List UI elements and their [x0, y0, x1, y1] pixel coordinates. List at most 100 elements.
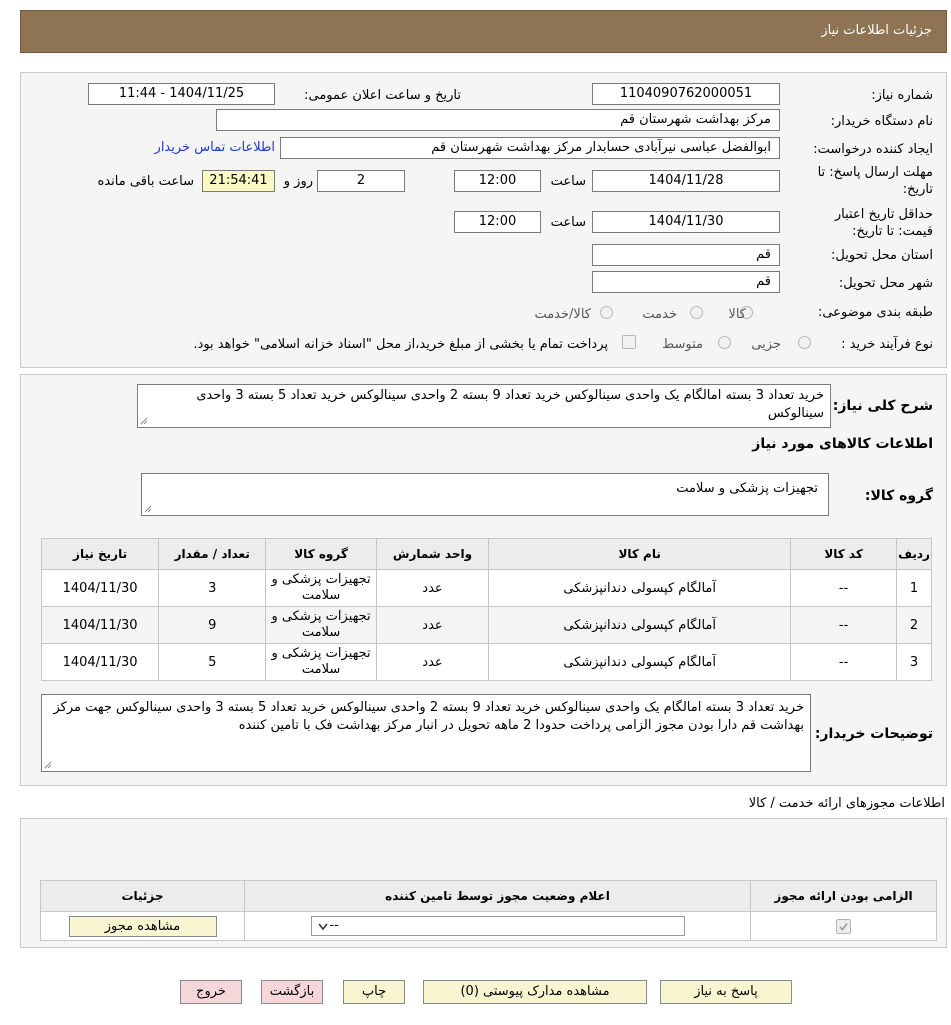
page-title: جزئیات اطلاعات نیاز [821, 23, 932, 38]
process-medium-radio[interactable] [718, 336, 731, 349]
remaining-days-field: 2 [317, 170, 405, 192]
validity-label-line2: قیمت: تا تاریخ: [852, 224, 933, 239]
province-label: استان محل تحویل: [831, 248, 933, 263]
process-minor-radio[interactable] [798, 336, 811, 349]
summary-text: خرید تعداد 3 بسته امالگام یک واحدی سینال… [196, 388, 824, 421]
col-permit-details: جزئیات [40, 880, 245, 912]
requester-field: ابوالفضل عباسی نیرآبادی حسابدار مرکز بهد… [280, 137, 780, 159]
chevron-down-icon [317, 923, 328, 931]
view-permit-button[interactable]: مشاهده مجوز [68, 915, 217, 937]
buyer-org-field: مرکز بهداشت شهرستان قم [216, 109, 780, 131]
permits-table-header: الزامی بودن ارائه مجوز اعلام وضعیت مجوز … [40, 880, 937, 912]
need-number-field: 1104090762000051 [592, 83, 780, 105]
summary-label: شرح کلی نیاز: [832, 398, 933, 414]
deadline-label-line1: مهلت ارسال پاسخ: تا [817, 165, 933, 180]
table-row: 2 -- آمالگام کپسولی دندانپزشکی عدد تجهیز… [40, 606, 932, 644]
back-button[interactable]: بازگشت [261, 980, 323, 1004]
col-code: کد کالا [790, 538, 898, 570]
days-label: روز و [283, 174, 313, 189]
deadline-time-label: ساعت [550, 174, 586, 189]
goods-quantity: 3 [158, 569, 267, 607]
deadline-label-line2: تاریخ: [902, 182, 933, 197]
col-group: گروه کالا [265, 538, 377, 570]
city-field: قم [592, 271, 780, 293]
category-service-label: خدمت [642, 307, 677, 322]
deadline-label: مهلت ارسال پاسخ: تا تاریخ: [818, 164, 933, 198]
table-row: -- مشاهده مجوز [40, 911, 937, 941]
col-name: نام کالا [488, 538, 792, 570]
goods-unit: عدد [375, 606, 490, 644]
row-number: 3 [896, 643, 932, 681]
permit-required-checkbox [836, 918, 851, 934]
goods-unit: عدد [375, 569, 490, 607]
col-permit-required: الزامی بودن ارائه مجوز [750, 880, 937, 912]
reply-button[interactable]: پاسخ به نیاز [660, 980, 792, 1004]
buyer-contact-link[interactable]: اطلاعات تماس خریدار [155, 140, 275, 155]
row-number: 1 [896, 569, 932, 607]
goods-group: تجهیزات پزشکی و سلامت [265, 643, 377, 681]
treasury-checkbox[interactable] [622, 335, 636, 349]
category-service-radio[interactable] [690, 306, 703, 319]
category-label: طبقه بندی موضوعی: [817, 305, 933, 320]
goods-quantity: 9 [158, 606, 267, 644]
goods-group-textarea: تجهیزات پزشکی و سلامت [141, 473, 829, 516]
permit-status-value: -- [329, 918, 339, 933]
validity-label-line1: حداقل تاریخ اعتبار [834, 207, 933, 222]
goods-table-header: ردیف کد کالا نام کالا واحد شمارش گروه کا… [40, 538, 932, 570]
announce-datetime-field: 1404/11/25 - 11:44 [88, 83, 275, 105]
goods-need-date: 1404/11/30 [40, 569, 160, 607]
col-unit: واحد شمارش [375, 538, 490, 570]
permit-status-select[interactable]: -- [310, 916, 685, 936]
goods-table: ردیف کد کالا نام کالا واحد شمارش گروه کا… [40, 538, 932, 681]
buyer-notes-text: خرید تعداد 3 بسته امالگام یک واحدی سینال… [53, 700, 804, 733]
goods-quantity: 5 [158, 643, 267, 681]
need-number-label: شماره نیاز: [871, 88, 933, 103]
goods-group-text: تجهیزات پزشکی و سلامت [676, 481, 818, 496]
category-goods-service-radio[interactable] [600, 306, 613, 319]
table-row: 3 -- آمالگام کپسولی دندانپزشکی عدد تجهیز… [40, 643, 932, 681]
goods-name: آمالگام کپسولی دندانپزشکی [488, 643, 792, 681]
goods-code: -- [790, 606, 898, 644]
buyer-org-label: نام دستگاه خریدار: [830, 114, 933, 129]
deadline-date-field: 1404/11/28 [592, 170, 780, 192]
goods-name: آمالگام کپسولی دندانپزشکی [488, 606, 792, 644]
check-icon [839, 922, 848, 931]
goods-name: آمالگام کپسولی دندانپزشکی [488, 569, 792, 607]
row-number: 2 [896, 606, 932, 644]
category-goods-label: کالا [728, 307, 746, 322]
remaining-label: ساعت باقی مانده [97, 174, 194, 189]
goods-code: -- [790, 569, 898, 607]
exit-button[interactable]: خروج [180, 980, 242, 1004]
goods-need-date: 1404/11/30 [40, 606, 160, 644]
permit-required-cell [750, 911, 937, 941]
goods-need-date: 1404/11/30 [40, 643, 160, 681]
process-label: نوع فرآیند خرید : [841, 337, 933, 352]
deadline-time-field: 12:00 [454, 170, 541, 192]
buyer-notes-textarea: خرید تعداد 3 بسته امالگام یک واحدی سینال… [41, 694, 811, 772]
goods-group: تجهیزات پزشکی و سلامت [265, 606, 377, 644]
goods-info-title: اطلاعات کالاهای مورد نیاز [752, 436, 933, 452]
validity-time-field: 12:00 [454, 211, 541, 233]
col-quantity: تعداد / مقدار [158, 538, 267, 570]
city-label: شهر محل تحویل: [838, 276, 933, 291]
validity-time-label: ساعت [550, 215, 586, 230]
goods-code: -- [790, 643, 898, 681]
province-field: قم [592, 244, 780, 266]
resize-grip-icon [44, 761, 52, 769]
remaining-time-field: 21:54:41 [202, 170, 275, 192]
col-need-date: تاریخ نیاز [40, 538, 160, 570]
goods-group-label: گروه کالا: [864, 488, 933, 504]
page-header: جزئیات اطلاعات نیاز [20, 10, 947, 53]
announce-label: تاریخ و ساعت اعلان عمومی: [304, 88, 461, 103]
resize-grip-icon [140, 417, 148, 425]
permits-section-title: اطلاعات مجوزهای ارائه خدمت / کالا [748, 796, 945, 811]
view-attachments-button[interactable]: مشاهده مدارک پیوستی (0) [423, 980, 647, 1004]
print-button[interactable]: چاپ [343, 980, 405, 1004]
table-row: 1 -- آمالگام کپسولی دندانپزشکی عدد تجهیز… [40, 569, 932, 607]
validity-label: حداقل تاریخ اعتبار قیمت: تا تاریخ: [835, 206, 933, 240]
category-goods-service-label: کالا/خدمت [534, 307, 591, 322]
permits-table: الزامی بودن ارائه مجوز اعلام وضعیت مجوز … [40, 880, 937, 941]
validity-date-field: 1404/11/30 [592, 211, 780, 233]
goods-group: تجهیزات پزشکی و سلامت [265, 569, 377, 607]
permit-status-cell: -- [244, 911, 751, 941]
